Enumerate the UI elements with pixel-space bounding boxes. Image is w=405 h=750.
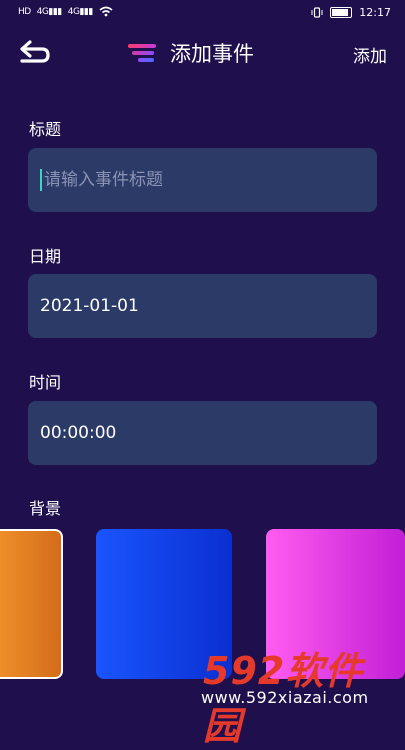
app-logo-icon [128,42,158,64]
status-right-icons: 12:17 [311,6,391,19]
time-value: 00:00:00 [40,423,117,443]
wifi-icon [99,6,113,17]
title-field [28,148,377,212]
date-value: 2021-01-01 [40,296,139,316]
app-header: 添加事件 添加 [0,28,405,76]
status-left-icons: HD 4G▮▮▮ 4G▮▮▮ [18,6,113,17]
vibrate-icon [311,7,323,18]
hd-icon: HD [18,6,31,17]
title-input[interactable] [40,169,366,191]
date-field[interactable]: 2021-01-01 [28,274,377,338]
background-swatch-orange[interactable] [0,529,63,679]
signal-icon-2: 4G▮▮▮ [67,6,94,17]
signal-icon: 4G▮▮▮ [36,6,63,17]
add-button[interactable]: 添加 [353,42,387,67]
status-bar: HD 4G▮▮▮ 4G▮▮▮ 12:17 [0,0,405,28]
battery-icon [330,7,353,18]
status-time: 12:17 [359,6,391,19]
time-field[interactable]: 00:00:00 [28,401,377,465]
watermark-url: www.592xiazai.com [201,688,369,707]
back-icon[interactable] [18,38,52,66]
page-title: 添加事件 [170,42,254,66]
watermark: 592软件园 www.592xiazai.com [199,640,399,748]
background-label: 背景 [29,499,62,518]
title-label: 标题 [29,120,62,139]
date-label: 日期 [29,247,62,266]
title-group: 添加事件 [128,38,254,68]
time-label: 时间 [29,373,62,392]
